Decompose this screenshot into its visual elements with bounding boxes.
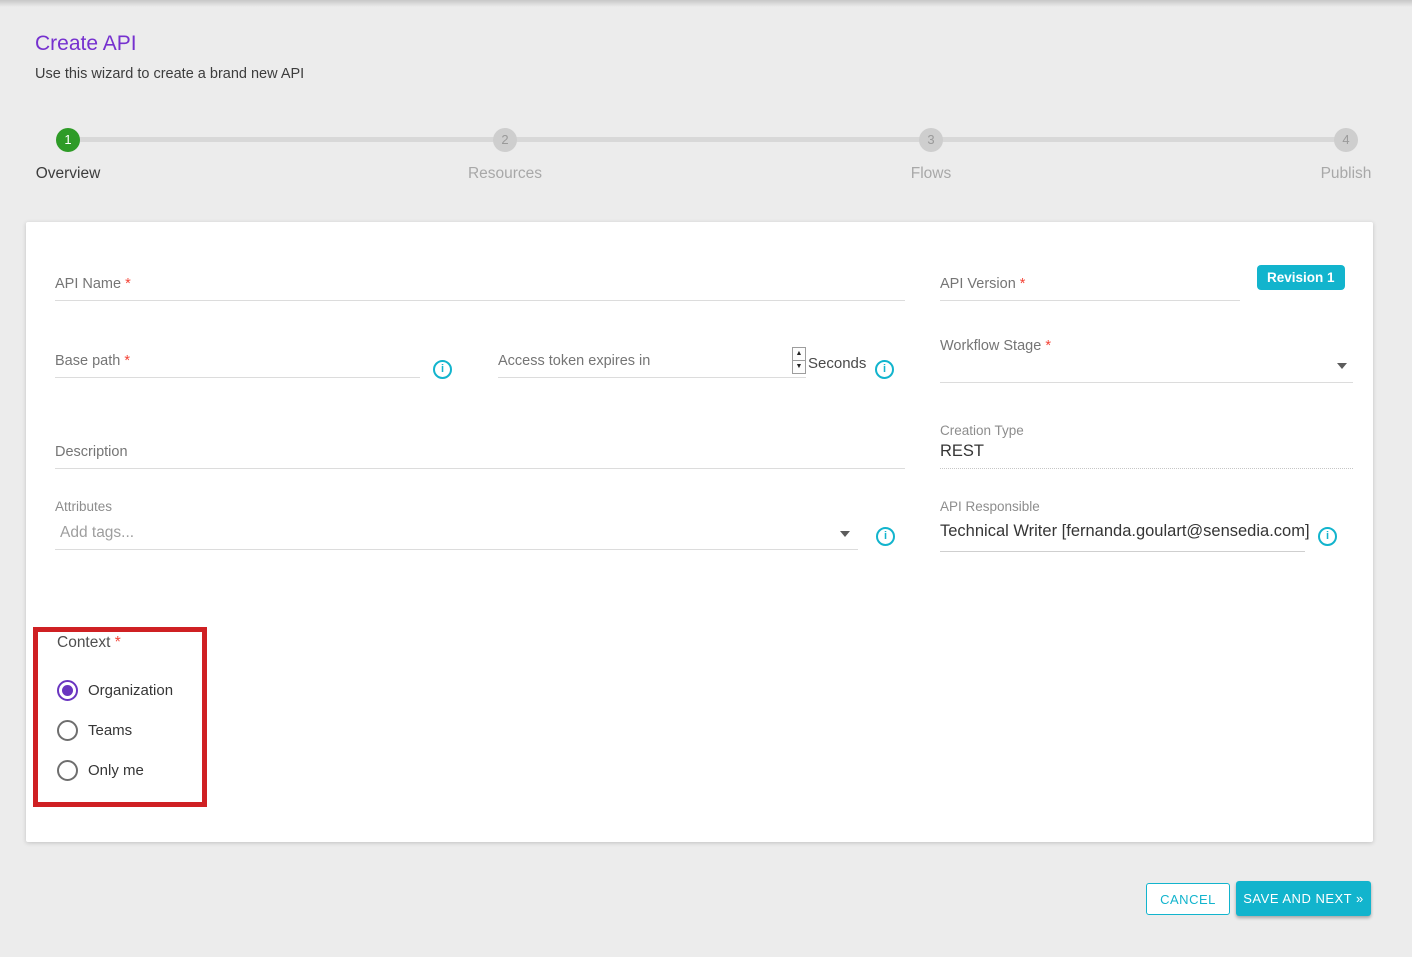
workflow-stage-field: Workflow Stage *: [940, 350, 1353, 383]
api-responsible-info-icon[interactable]: i: [1318, 527, 1337, 546]
radio-organization-label: Organization: [88, 682, 173, 699]
step-3-circle: 3: [919, 128, 943, 152]
api-responsible-value: Technical Writer [fernanda.goulart@sense…: [940, 522, 1310, 541]
access-token-field: Access token expires in: [498, 345, 806, 378]
description-field: Description: [55, 436, 905, 469]
radio-unselected-icon: [57, 720, 78, 741]
chevron-down-icon[interactable]: [840, 531, 850, 537]
radio-selected-icon: [57, 680, 78, 701]
creation-type-divider: [940, 468, 1353, 469]
api-responsible-label: API Responsible: [940, 499, 1040, 514]
save-and-next-button[interactable]: SAVE AND NEXT »: [1236, 881, 1371, 916]
description-input[interactable]: [55, 436, 905, 470]
radio-teams[interactable]: Teams: [57, 720, 197, 742]
step-2-circle: 2: [493, 128, 517, 152]
chevron-down-icon[interactable]: [1337, 363, 1347, 369]
radio-organization[interactable]: Organization: [57, 680, 197, 702]
spinner-up-icon[interactable]: ▲: [792, 347, 806, 361]
step-4-label: Publish: [1266, 165, 1412, 183]
workflow-stage-select[interactable]: [940, 350, 1353, 384]
seconds-suffix: Seconds: [808, 355, 866, 372]
creation-type-value: REST: [940, 442, 984, 461]
creation-type-label: Creation Type: [940, 423, 1024, 438]
step-2-label: Resources: [425, 165, 585, 183]
attributes-tags-input[interactable]: [55, 517, 863, 551]
step-resources[interactable]: 2 Resources: [425, 128, 585, 183]
step-3-label: Flows: [851, 165, 1011, 183]
base-path-field: Base path *: [55, 345, 420, 378]
access-token-input[interactable]: [498, 345, 806, 379]
spinner-down-icon[interactable]: ▼: [792, 360, 806, 374]
api-version-input[interactable]: [940, 268, 1240, 302]
revision-badge[interactable]: Revision 1: [1257, 265, 1345, 290]
step-flows[interactable]: 3 Flows: [851, 128, 1011, 183]
api-responsible-underline: [940, 551, 1305, 552]
radio-only-me-label: Only me: [88, 762, 144, 779]
api-name-field: API Name *: [55, 268, 905, 301]
required-asterisk: *: [115, 634, 121, 651]
api-name-input[interactable]: [55, 268, 905, 302]
create-api-wizard-page: Create API Use this wizard to create a b…: [0, 0, 1412, 957]
step-1-circle: 1: [56, 128, 80, 152]
radio-unselected-icon: [57, 760, 78, 781]
access-token-info-icon[interactable]: i: [875, 360, 894, 379]
attributes-field: [55, 517, 858, 550]
stepper-track: [68, 137, 1346, 142]
api-version-field: API Version *: [940, 268, 1240, 301]
top-shadow: [0, 0, 1412, 7]
step-1-label: Overview: [0, 165, 148, 183]
page-title: Create API: [35, 32, 137, 56]
context-label: Context *: [57, 634, 121, 652]
cancel-button[interactable]: CANCEL: [1146, 883, 1230, 915]
step-overview[interactable]: 1 Overview: [0, 128, 148, 183]
base-path-input[interactable]: [55, 345, 420, 379]
radio-only-me[interactable]: Only me: [57, 760, 197, 782]
form-card: API Name * API Version * Revision 1 Base…: [26, 222, 1373, 842]
attributes-label: Attributes: [55, 499, 112, 514]
number-spinner: ▲ ▼: [792, 347, 806, 375]
page-subtitle: Use this wizard to create a brand new AP…: [35, 66, 304, 82]
radio-teams-label: Teams: [88, 722, 132, 739]
base-path-info-icon[interactable]: i: [433, 360, 452, 379]
attributes-info-icon[interactable]: i: [876, 527, 895, 546]
step-4-circle: 4: [1334, 128, 1358, 152]
step-publish[interactable]: 4 Publish: [1266, 128, 1412, 183]
